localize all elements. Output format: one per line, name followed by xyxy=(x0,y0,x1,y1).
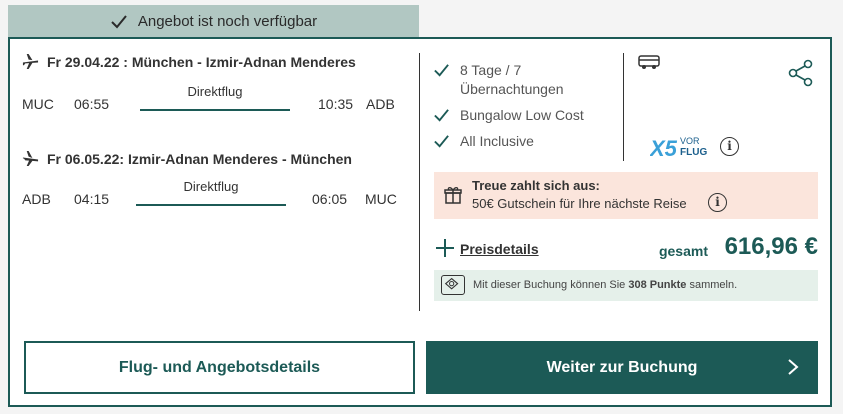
divider xyxy=(419,53,420,311)
feature-item: All Inclusive xyxy=(433,132,534,151)
gift-icon xyxy=(444,187,462,204)
inbound-flight-type: Direktflug xyxy=(183,179,239,194)
outbound-heading: Fr 29.04.22 : München - Izmir-Adnan Mend… xyxy=(22,53,356,70)
feature-label: Bungalow Low Cost xyxy=(460,107,584,123)
divider xyxy=(623,53,624,161)
feature-label: All Inclusive xyxy=(460,133,534,149)
svg-text:FLUG: FLUG xyxy=(680,147,707,158)
total-label: gesamt xyxy=(658,243,708,259)
inbound-title: Fr 06.05.22: Izmir-Adnan Menderes - Münc… xyxy=(47,150,352,167)
offer-details-button[interactable]: Flug- und Angebotsdetails xyxy=(24,341,415,394)
inbound-dep-code: ADB xyxy=(22,191,51,207)
points-amount: 308 Punkte xyxy=(628,279,687,291)
plane-departure-icon xyxy=(22,53,39,70)
checkmark-icon xyxy=(111,14,127,28)
inbound-arr-time: 06:05 xyxy=(312,191,348,207)
info-icon[interactable]: i xyxy=(708,193,727,212)
promo-title: Treue zahlt sich aus: xyxy=(472,178,600,193)
offer-card: Fr 29.04.22 : München - Izmir-Adnan Mend… xyxy=(8,37,832,407)
availability-text: Angebot ist noch verfügbar xyxy=(137,13,318,30)
plus-icon[interactable] xyxy=(436,239,454,257)
x5-vorflug-logo: X5 VOR FLUG xyxy=(650,136,707,160)
outbound-arr-time: 10:35 xyxy=(318,96,354,112)
feature-item: 8 Tage / 7 Übernachtungen xyxy=(433,61,564,99)
points-suffix: sammeln. xyxy=(686,279,738,291)
outbound-title: Fr 29.04.22 : München - Izmir-Adnan Mend… xyxy=(47,53,356,70)
outbound-dep-code: MUC xyxy=(22,96,54,112)
loyalty-promo: Treue zahlt sich aus: 50€ Gutschein für … xyxy=(434,172,818,219)
price-details-link[interactable]: Preisdetails xyxy=(460,241,539,257)
svg-text:VOR: VOR xyxy=(680,136,700,146)
price-row: Preisdetails gesamt 616,96 € xyxy=(434,233,818,263)
points-text: Mit dieser Buchung können Sie 308 Punkte… xyxy=(473,279,737,291)
promo-text: 50€ Gutschein für Ihre nächste Reise xyxy=(472,196,687,211)
points-prefix: Mit dieser Buchung können Sie xyxy=(473,279,629,291)
flight-line xyxy=(140,109,290,111)
feature-item: Bungalow Low Cost xyxy=(433,106,584,125)
points-diamond-icon xyxy=(444,277,459,290)
transfer-bus-icon xyxy=(638,55,660,69)
outbound-arr-code: ADB xyxy=(366,96,395,112)
points-info: Mit dieser Buchung können Sie 308 Punkte… xyxy=(434,270,818,301)
inbound-arr-code: MUC xyxy=(365,191,397,207)
availability-banner: Angebot ist noch verfügbar xyxy=(8,5,419,38)
checkmark-icon xyxy=(434,64,449,77)
svg-text:X5: X5 xyxy=(650,136,678,160)
info-icon[interactable]: i xyxy=(720,137,739,156)
total-price: 616,96 € xyxy=(724,233,818,260)
chevron-right-icon xyxy=(788,359,799,375)
outbound-row: MUC 06:55 Direktflug 10:35 ADB xyxy=(22,84,408,116)
plane-arrival-icon xyxy=(22,150,39,167)
points-icon xyxy=(441,275,465,295)
checkmark-icon xyxy=(434,135,449,148)
share-icon[interactable] xyxy=(788,59,814,87)
outbound-flight-type: Direktflug xyxy=(187,84,243,99)
feature-label-line1: 8 Tage / 7 xyxy=(460,62,522,78)
flight-line xyxy=(136,204,286,206)
inbound-row: ADB 04:15 Direktflug 06:05 MUC xyxy=(22,179,408,211)
feature-label-line2: Übernachtungen xyxy=(460,81,564,97)
checkmark-icon xyxy=(434,109,449,122)
continue-booking-button[interactable]: Weiter zur Buchung xyxy=(426,341,818,394)
continue-booking-label: Weiter zur Buchung xyxy=(546,358,698,376)
inbound-heading: Fr 06.05.22: Izmir-Adnan Menderes - Münc… xyxy=(22,150,352,167)
inbound-dep-time: 04:15 xyxy=(74,191,110,207)
outbound-dep-time: 06:55 xyxy=(74,96,110,112)
